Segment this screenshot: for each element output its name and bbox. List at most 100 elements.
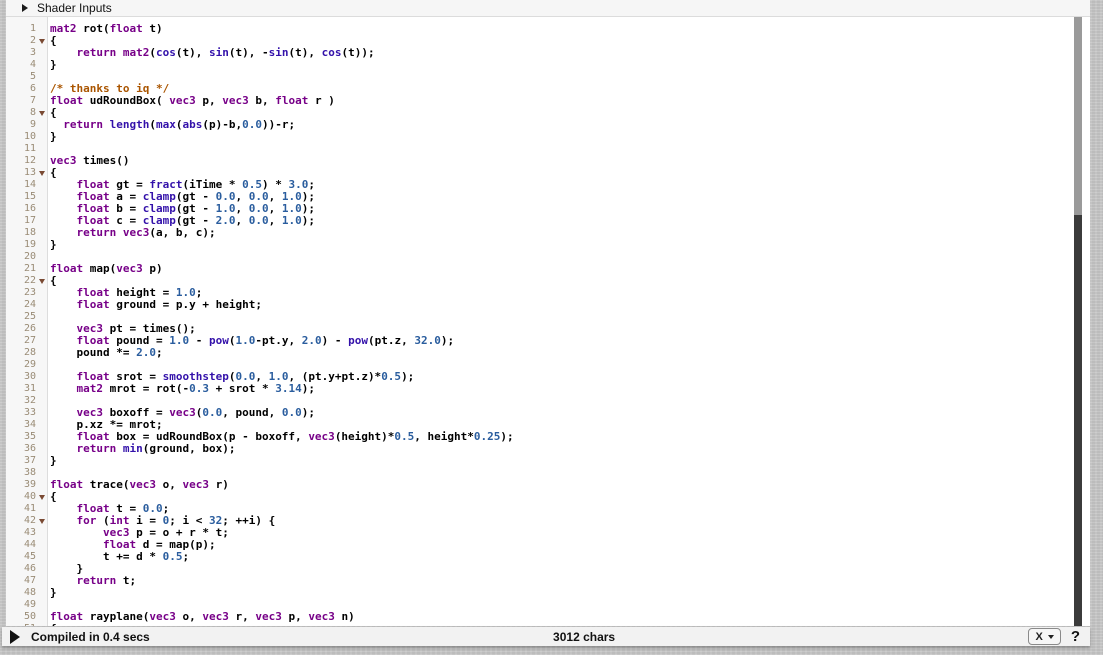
gutter-cell: 7 (6, 95, 48, 107)
line-number: 49 (6, 599, 36, 611)
code-line[interactable]: 20 (6, 251, 1090, 263)
code-line[interactable]: 33 vec3 boxoff = vec3(0.0, pound, 0.0); (6, 407, 1090, 419)
fold-marker-icon[interactable] (39, 279, 45, 284)
status-bar-right-group: X ? (1028, 627, 1080, 646)
code-line[interactable]: 47 return t; (6, 575, 1090, 587)
code-line[interactable]: 7float udRoundBox( vec3 p, vec3 b, float… (6, 95, 1090, 107)
code-line[interactable]: 31 mat2 mrot = rot(-0.3 + srot * 3.14); (6, 383, 1090, 395)
code-line[interactable]: 51{ (6, 623, 1090, 626)
gutter-cell: 15 (6, 191, 48, 203)
gutter-cell: 34 (6, 419, 48, 431)
code-text: return vec3(a, b, c); (48, 227, 216, 239)
line-number: 3 (6, 47, 36, 59)
line-number: 35 (6, 431, 36, 443)
code-editor[interactable]: 1mat2 rot(float t)2{3 return mat2(cos(t)… (6, 17, 1090, 626)
shader-inputs-header[interactable]: Shader Inputs (6, 0, 1090, 17)
fold-marker-icon[interactable] (39, 519, 45, 524)
code-line[interactable]: 21float map(vec3 p) (6, 263, 1090, 275)
code-text: float trace(vec3 o, vec3 r) (48, 479, 229, 491)
gutter-cell: 11 (6, 143, 48, 155)
line-number: 15 (6, 191, 36, 203)
code-line[interactable]: 27 float pound = 1.0 - pow(1.0-pt.y, 2.0… (6, 335, 1090, 347)
gutter-cell: 48 (6, 587, 48, 599)
fold-marker-icon[interactable] (39, 39, 45, 44)
gutter-cell: 25 (6, 311, 48, 323)
line-number: 51 (6, 623, 36, 626)
gutter-cell: 14 (6, 179, 48, 191)
scrollbar-thumb[interactable] (1074, 17, 1082, 215)
code-line[interactable]: 9 return length(max(abs(p)-b,0.0))-r; (6, 119, 1090, 131)
line-number: 41 (6, 503, 36, 515)
x-select-value: X (1035, 631, 1042, 643)
code-line[interactable]: 3 return mat2(cos(t), sin(t), -sin(t), c… (6, 47, 1090, 59)
line-number: 36 (6, 443, 36, 455)
line-number: 8 (6, 107, 36, 119)
line-number: 16 (6, 203, 36, 215)
editor-scrollbar[interactable] (1074, 17, 1082, 626)
code-text: } (48, 455, 57, 467)
gutter-cell: 47 (6, 575, 48, 587)
code-text: float udRoundBox( vec3 p, vec3 b, float … (48, 95, 335, 107)
gutter-cell: 2 (6, 35, 48, 47)
code-line[interactable]: 10} (6, 131, 1090, 143)
gutter-cell: 3 (6, 47, 48, 59)
line-number: 33 (6, 407, 36, 419)
gutter-cell: 31 (6, 383, 48, 395)
code-line[interactable]: 1mat2 rot(float t) (6, 23, 1090, 35)
line-number: 14 (6, 179, 36, 191)
x-select[interactable]: X (1028, 628, 1060, 645)
code-editor-panel: Shader Inputs 1mat2 rot(float t)2{3 retu… (6, 0, 1090, 626)
compile-status: Compiled in 0.4 secs (31, 630, 150, 644)
code-text: pound *= 2.0; (48, 347, 163, 359)
gutter-cell: 43 (6, 527, 48, 539)
code-line[interactable]: 50float rayplane(vec3 o, vec3 r, vec3 p,… (6, 611, 1090, 623)
code-line[interactable]: 45 t += d * 0.5; (6, 551, 1090, 563)
help-button[interactable]: ? (1071, 628, 1080, 645)
line-number: 34 (6, 419, 36, 431)
code-line[interactable]: 36 return min(ground, box); (6, 443, 1090, 455)
gutter-cell: 51 (6, 623, 48, 626)
gutter-cell: 44 (6, 539, 48, 551)
line-number: 20 (6, 251, 36, 263)
code-line[interactable]: 28 pound *= 2.0; (6, 347, 1090, 359)
line-number: 47 (6, 575, 36, 587)
gutter-cell: 29 (6, 359, 48, 371)
gutter-cell: 39 (6, 479, 48, 491)
line-number: 6 (6, 83, 36, 95)
console-play-icon[interactable] (10, 630, 20, 644)
line-number: 19 (6, 239, 36, 251)
gutter-cell: 21 (6, 263, 48, 275)
collapse-triangle-icon (22, 4, 28, 12)
line-number: 23 (6, 287, 36, 299)
gutter-cell: 12 (6, 155, 48, 167)
code-line[interactable]: 12vec3 times() (6, 155, 1090, 167)
gutter-cell: 9 (6, 119, 48, 131)
code-line[interactable]: 48} (6, 587, 1090, 599)
fold-marker-icon[interactable] (39, 495, 45, 500)
chevron-down-icon (1048, 635, 1054, 639)
line-number: 13 (6, 167, 36, 179)
code-text: return min(ground, box); (48, 443, 235, 455)
line-number: 38 (6, 467, 36, 479)
gutter-cell: 32 (6, 395, 48, 407)
gutter-cell: 26 (6, 323, 48, 335)
gutter-cell: 42 (6, 515, 48, 527)
line-number: 32 (6, 395, 36, 407)
line-number: 46 (6, 563, 36, 575)
line-number: 48 (6, 587, 36, 599)
line-number: 22 (6, 275, 36, 287)
code-line[interactable]: 18 return vec3(a, b, c); (6, 227, 1090, 239)
code-text: vec3 times() (48, 155, 129, 167)
gutter-cell: 37 (6, 455, 48, 467)
code-line[interactable]: 39float trace(vec3 o, vec3 r) (6, 479, 1090, 491)
code-line[interactable]: 24 float ground = p.y + height; (6, 299, 1090, 311)
line-number: 1 (6, 23, 36, 35)
fold-marker-icon[interactable] (39, 171, 45, 176)
code-line[interactable]: 11 (6, 143, 1090, 155)
fold-marker-icon[interactable] (39, 111, 45, 116)
gutter-cell: 33 (6, 407, 48, 419)
code-line[interactable]: 4} (6, 59, 1090, 71)
code-line[interactable]: 37} (6, 455, 1090, 467)
code-line[interactable]: 46 } (6, 563, 1090, 575)
code-line[interactable]: 19} (6, 239, 1090, 251)
